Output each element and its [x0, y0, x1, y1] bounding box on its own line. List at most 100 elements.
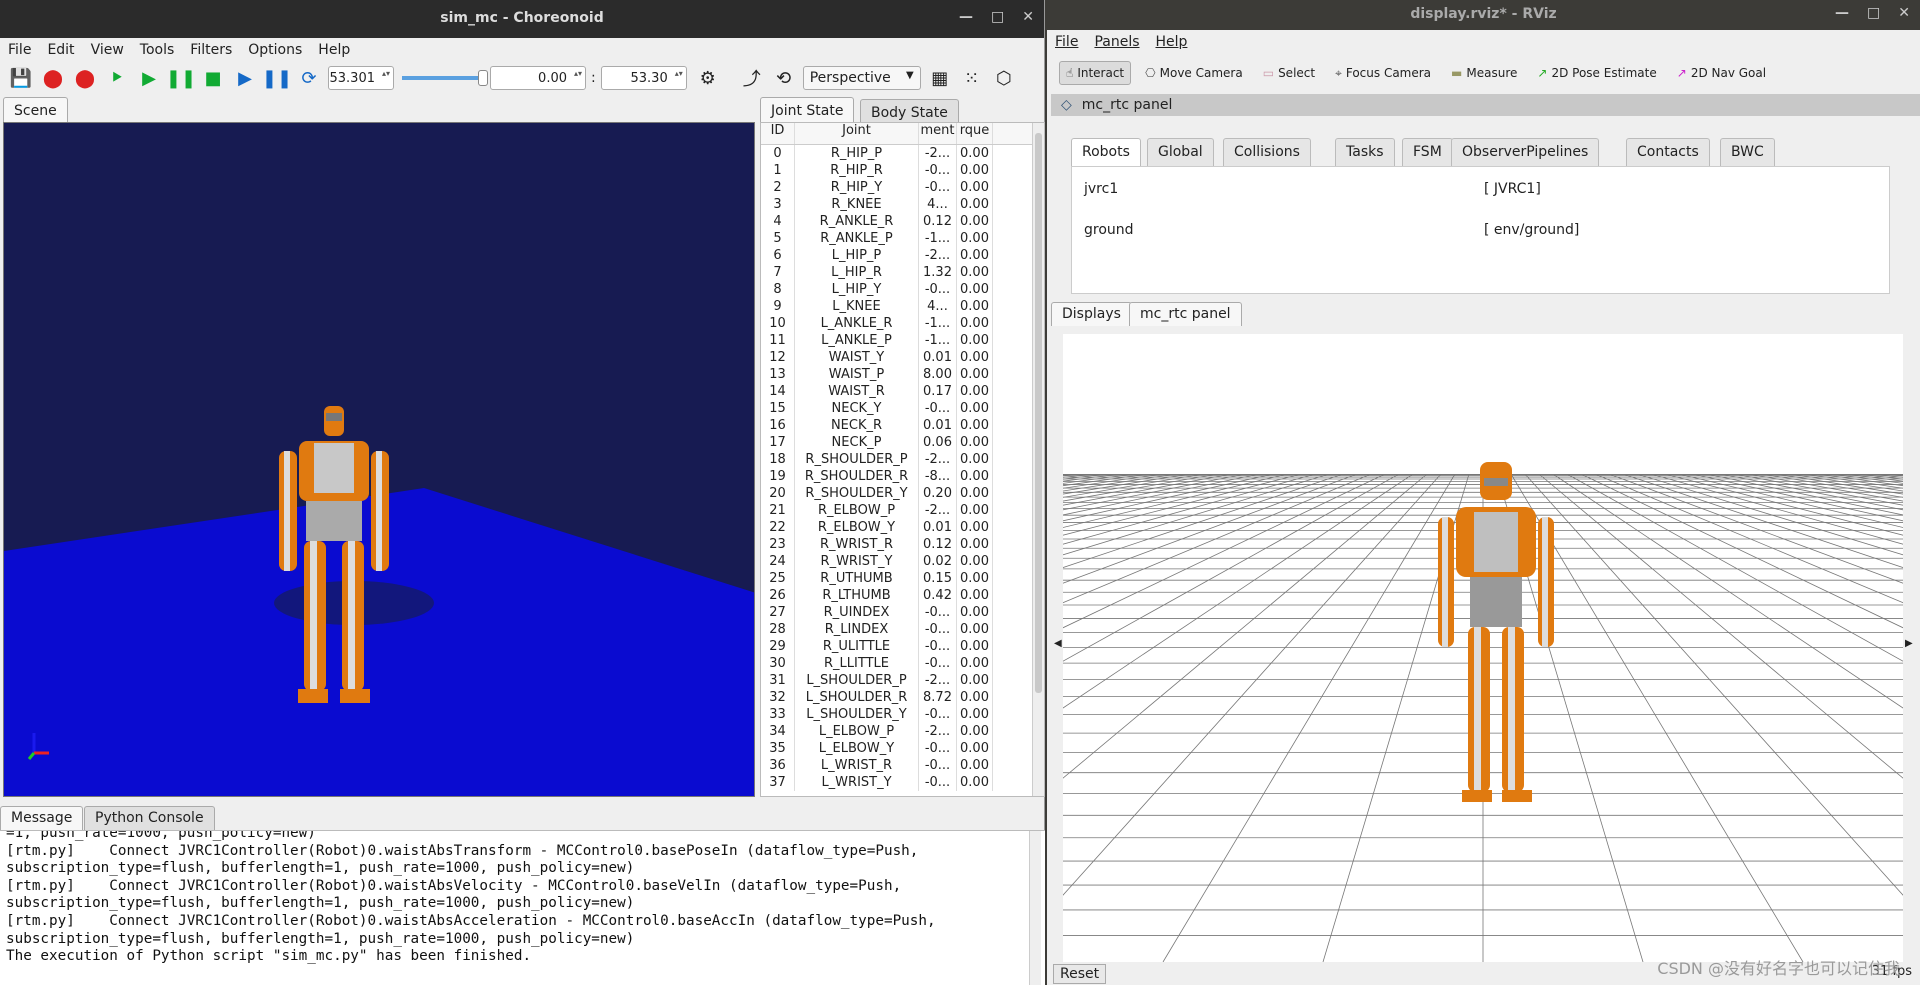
table-row[interactable]: 21 R_ELBOW_P -2... 0.00	[761, 502, 1044, 519]
tab-collisions[interactable]: Collisions	[1223, 138, 1311, 166]
collapse-left-icon[interactable]: ◀	[1054, 638, 1062, 649]
column-header[interactable]: rque	[957, 123, 993, 144]
tab-global[interactable]: Global	[1147, 138, 1214, 166]
tool-2d-nav-goal[interactable]: ↗ 2D Nav Goal	[1671, 62, 1772, 84]
grid-icon[interactable]: ⁙	[959, 65, 985, 91]
table-row[interactable]: 25 R_UTHUMB 0.15 0.00	[761, 570, 1044, 587]
table-row[interactable]: 0 R_HIP_P -2... 0.00	[761, 145, 1044, 162]
menu-tools[interactable]: Tools	[140, 42, 175, 58]
table-row[interactable]: 30 R_LLITTLE -0... 0.00	[761, 655, 1044, 672]
minimize-icon[interactable]: —	[1835, 5, 1849, 21]
maximize-icon[interactable]: □	[1867, 5, 1880, 21]
tab-python-console[interactable]: Python Console	[84, 806, 215, 830]
sensor-icon[interactable]: ▦	[927, 65, 953, 91]
tool-focus-camera[interactable]: ⌖ Focus Camera	[1329, 62, 1437, 85]
pause-icon[interactable]: ❚❚	[262, 65, 292, 91]
table-row[interactable]: 36 L_WRIST_R -0... 0.00	[761, 757, 1044, 774]
table-row[interactable]: 27 R_UINDEX -0... 0.00	[761, 604, 1044, 621]
message-scrollbar[interactable]	[1029, 831, 1041, 985]
menu-panels[interactable]: Panels	[1094, 34, 1139, 50]
menu-help[interactable]: Help	[1156, 34, 1188, 50]
table-row[interactable]: 20 R_SHOULDER_Y 0.20 0.00	[761, 485, 1044, 502]
menu-view[interactable]: View	[91, 42, 124, 58]
menu-filters[interactable]: Filters	[190, 42, 232, 58]
close-icon[interactable]: ✕	[1022, 9, 1034, 25]
pause-simulation-icon[interactable]: ❚❚	[166, 65, 196, 91]
menu-edit[interactable]: Edit	[47, 42, 74, 58]
table-row[interactable]: 13 WAIST_P 8.00 0.00	[761, 366, 1044, 383]
step-icon[interactable]: ⯈	[104, 65, 130, 91]
save-icon[interactable]: 💾	[8, 65, 34, 91]
table-row[interactable]: 5 R_ANKLE_P -1... 0.00	[761, 230, 1044, 247]
table-row[interactable]: 10 L_ANKLE_R -1... 0.00	[761, 315, 1044, 332]
table-row[interactable]: 16 NECK_R 0.01 0.00	[761, 417, 1044, 434]
tool-select[interactable]: ▭ Select	[1257, 62, 1321, 84]
message-view[interactable]: =1, push_rate=1000, push_policy=new) [rt…	[0, 830, 1045, 985]
tab-observerpipelines[interactable]: ObserverPipelines	[1451, 138, 1600, 166]
table-row[interactable]: 3 R_KNEE 4... 0.00	[761, 196, 1044, 213]
settings-gear-icon[interactable]: ⚙	[695, 65, 721, 91]
maximize-icon[interactable]: □	[991, 9, 1004, 25]
table-row[interactable]: 33 L_SHOULDER_Y -0... 0.00	[761, 706, 1044, 723]
table-row[interactable]: 34 L_ELBOW_P -2... 0.00	[761, 723, 1044, 740]
reset-button[interactable]: Reset	[1053, 964, 1107, 984]
table-row[interactable]: 15 NECK_Y -0... 0.00	[761, 400, 1044, 417]
tab-mc-rtc-panel[interactable]: mc_rtc panel	[1129, 302, 1242, 326]
joint-table-scrollbar[interactable]	[1032, 123, 1044, 796]
tab-robots[interactable]: Robots	[1071, 138, 1141, 166]
tool-interact[interactable]: ☝ Interact	[1059, 61, 1132, 85]
column-header[interactable]: Joint	[795, 123, 919, 144]
table-row[interactable]: 1 R_HIP_R -0... 0.00	[761, 162, 1044, 179]
column-header[interactable]: ID	[761, 123, 795, 144]
table-row[interactable]: 9 L_KNEE 4... 0.00	[761, 298, 1044, 315]
restart-simulation-icon[interactable]: ⬤	[72, 65, 98, 91]
range-start-spinbox[interactable]: 0.00	[490, 66, 586, 90]
table-row[interactable]: 26 R_LTHUMB 0.42 0.00	[761, 587, 1044, 604]
range-end-spinbox[interactable]: 53.30	[600, 66, 687, 90]
cube-icon[interactable]: ⬡	[991, 65, 1017, 91]
table-row[interactable]: 22 R_ELBOW_Y 0.01 0.00	[761, 519, 1044, 536]
start-simulation-icon[interactable]: ⬤	[40, 65, 66, 91]
tool-move-camera[interactable]: ⎔ Move Camera	[1139, 62, 1249, 84]
refresh-icon[interactable]: ⟳	[296, 65, 322, 91]
close-icon[interactable]: ✕	[1898, 5, 1910, 21]
tab-scene[interactable]: Scene	[3, 97, 68, 123]
table-row[interactable]: 32 L_SHOULDER_R 8.72 0.00	[761, 689, 1044, 706]
table-row[interactable]: 2 R_HIP_Y -0... 0.00	[761, 179, 1044, 196]
table-row[interactable]: 14 WAIST_R 0.17 0.00	[761, 383, 1044, 400]
table-row[interactable]: 24 R_WRIST_Y 0.02 0.00	[761, 553, 1044, 570]
tab-joint-state[interactable]: Joint State	[760, 97, 855, 123]
tab-tasks[interactable]: Tasks	[1335, 138, 1395, 166]
table-row[interactable]: 28 R_LINDEX -0... 0.00	[761, 621, 1044, 638]
table-row[interactable]: 23 R_WRIST_R 0.12 0.00	[761, 536, 1044, 553]
tool-measure[interactable]: ▬ Measure	[1445, 62, 1523, 84]
camera-mode-select[interactable]: Perspective ▼	[802, 66, 921, 90]
table-row[interactable]: 29 R_ULITTLE -0... 0.00	[761, 638, 1044, 655]
menu-help[interactable]: Help	[318, 42, 350, 58]
collapse-right-icon[interactable]: ▶	[1905, 638, 1913, 649]
rviz-3d-view[interactable]	[1063, 334, 1903, 962]
tab-contacts[interactable]: Contacts	[1626, 138, 1710, 166]
play-simulation-icon[interactable]: ▶	[136, 65, 162, 91]
column-header[interactable]: ment	[919, 123, 957, 144]
tab-bwc[interactable]: BWC	[1720, 138, 1775, 166]
table-row[interactable]: 19 R_SHOULDER_R -8... 0.00	[761, 468, 1044, 485]
time-spinbox[interactable]: 53.301	[328, 66, 394, 90]
camera-reset-icon[interactable]: ⟲	[771, 65, 797, 91]
joint-state-table[interactable]: ID Joint ment rque 0 R_HIP_P -2... 0.00 1 R_HIP_…	[760, 122, 1045, 797]
table-row[interactable]: 31 L_SHOULDER_P -2... 0.00	[761, 672, 1044, 689]
table-row[interactable]: 12 WAIST_Y 0.01 0.00	[761, 349, 1044, 366]
minimize-icon[interactable]: —	[959, 9, 973, 25]
menu-options[interactable]: Options	[248, 42, 302, 58]
table-row[interactable]: 17 NECK_P 0.06 0.00	[761, 434, 1044, 451]
scene-view[interactable]	[3, 122, 755, 797]
tab-fsm[interactable]: FSM	[1402, 138, 1453, 166]
menu-file[interactable]: File	[1055, 34, 1078, 50]
table-row[interactable]: 6 L_HIP_P -2... 0.00	[761, 247, 1044, 264]
play-icon[interactable]: ▶	[232, 65, 258, 91]
table-row[interactable]: 4 R_ANKLE_R 0.12 0.00	[761, 213, 1044, 230]
stop-simulation-icon[interactable]: ■	[200, 65, 226, 91]
table-row[interactable]: 37 L_WRIST_Y -0... 0.00	[761, 774, 1044, 791]
tab-displays[interactable]: Displays	[1051, 302, 1132, 326]
camera-tool-icon[interactable]: ⤴	[739, 65, 765, 91]
